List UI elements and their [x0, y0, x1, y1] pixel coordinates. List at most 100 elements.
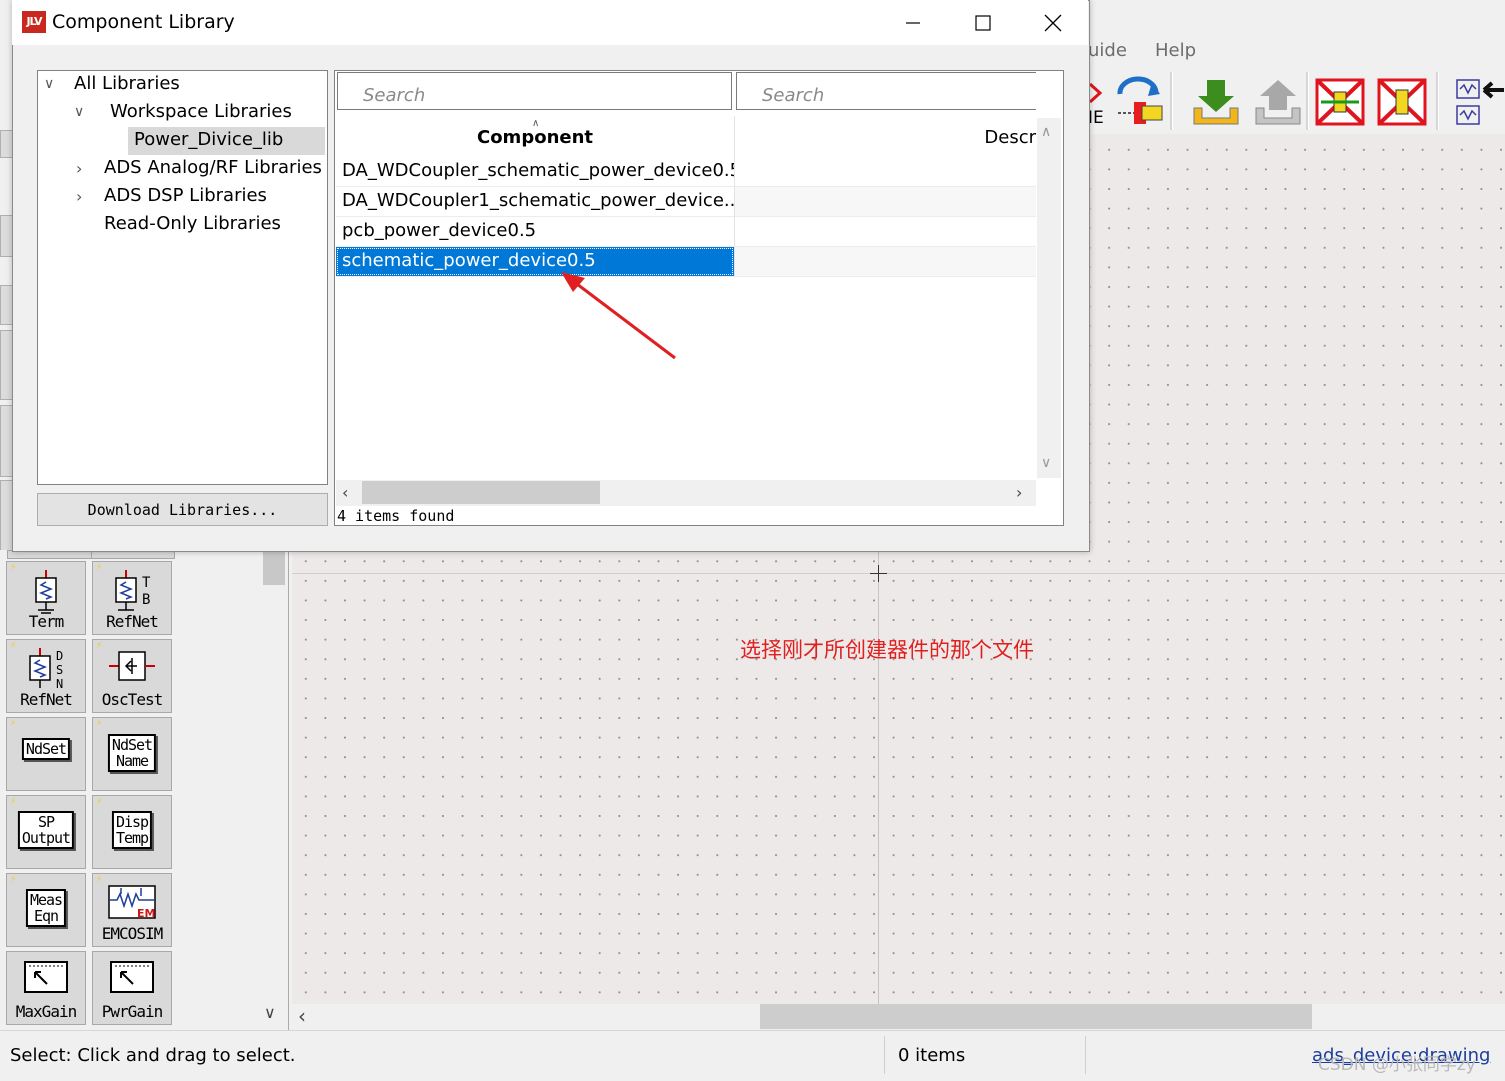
maximize-icon: [975, 14, 991, 31]
chevron-down-icon[interactable]: ∨: [44, 76, 54, 92]
maxgain-icon: [24, 961, 68, 993]
maximize-button[interactable]: [948, 0, 1018, 45]
ndset-name-icon: NdSet Name: [107, 734, 157, 772]
palette-item-disp-temp[interactable]: ⚡ Disp Temp: [92, 795, 172, 869]
component-name-cell: pcb_power_device0.5: [342, 220, 537, 241]
palette-item-ndset-name[interactable]: ⚡ NdSet Name: [92, 717, 172, 791]
palette-item-refnet-tb[interactable]: ⚡ T B RefNet: [92, 561, 172, 635]
disp-temp-icon: Disp Temp: [111, 811, 153, 849]
status-separator: [1085, 1036, 1086, 1074]
icon-text: Name: [115, 752, 149, 770]
tree-item-all-libraries[interactable]: All Libraries: [74, 73, 180, 94]
palette-item-emcosim[interactable]: ⚡ EM EMCOSIM: [92, 873, 172, 947]
wire-insert-icon[interactable]: [1454, 76, 1505, 128]
close-button[interactable]: [1018, 0, 1088, 45]
table-row[interactable]: pcb_power_device0.5: [336, 217, 1036, 247]
canvas-scrollbar-thumb[interactable]: [760, 1004, 1312, 1029]
table-row-selected[interactable]: schematic_power_device0.5: [336, 247, 1036, 277]
svg-text:N: N: [56, 677, 63, 691]
scroll-right-icon[interactable]: ›: [1016, 483, 1022, 502]
palette-scrollbar[interactable]: [262, 550, 286, 1028]
palette-item-refnet-dsn[interactable]: ⚡ D S N RefNet: [6, 639, 86, 713]
deactivate-icon[interactable]: [1377, 78, 1427, 126]
tree-item-power-divice-lib[interactable]: Power_Divice_lib: [134, 129, 283, 150]
chevron-right-icon[interactable]: ›: [76, 159, 82, 178]
palette-item-label: EMCOSIM: [101, 924, 163, 943]
palette-item-maxgain[interactable]: MaxGain: [6, 951, 86, 1025]
term-icon: [35, 570, 57, 614]
palette-item-meas-eqn[interactable]: ⚡ Meas Eqn: [6, 873, 86, 947]
palette-item-sp-output[interactable]: ⚡ SP Output: [6, 795, 86, 869]
annotation-arrow-icon: [561, 272, 676, 360]
palette-item-term[interactable]: ⚡ Term: [6, 561, 86, 635]
description-cell: [734, 187, 1036, 216]
list-scrollbar-thumb[interactable]: [362, 481, 600, 504]
component-name-cell: DA_WDCoupler1_schematic_power_device...: [342, 190, 742, 211]
column-divider[interactable]: [734, 116, 735, 276]
list-vertical-scrollbar[interactable]: [1037, 118, 1061, 478]
description-cell: [734, 157, 1036, 186]
svg-text:S: S: [56, 663, 63, 677]
scroll-up-icon[interactable]: ∧: [1041, 124, 1051, 140]
minimize-button[interactable]: [878, 0, 948, 45]
palette-item-label: PwrGain: [101, 1002, 163, 1021]
refnet-tb-icon: T B: [115, 570, 151, 611]
menu-item-help[interactable]: Help: [1155, 40, 1196, 61]
table-row[interactable]: DA_WDCoupler1_schematic_power_device...: [336, 187, 1036, 217]
palette-item-label: OscTest: [101, 690, 163, 709]
svg-text:EM: EM: [137, 907, 155, 920]
component-search-input[interactable]: [337, 72, 732, 110]
chevron-right-icon[interactable]: ›: [76, 187, 82, 206]
items-found-label: 4 items found: [337, 507, 455, 525]
status-item-count: 0 items: [898, 1045, 966, 1066]
scroll-left-icon[interactable]: ‹: [298, 1004, 306, 1028]
sp-output-icon: SP Output: [17, 811, 75, 849]
lightning-icon: ⚡: [10, 563, 17, 573]
palette-item-osctest[interactable]: ⚡ OscTest: [92, 639, 172, 713]
status-message: Select: Click and drag to select.: [10, 1045, 296, 1066]
update-component-icon[interactable]: [1112, 76, 1164, 126]
dialog-title: Component Library: [52, 11, 235, 33]
description-cell: [734, 247, 1036, 276]
refnet-dsn-icon: D S N: [29, 648, 63, 691]
palette-item-label: RefNet: [106, 612, 159, 631]
palette-item-pwrgain[interactable]: PwrGain: [92, 951, 172, 1025]
meas-eqn-icon: Meas Eqn: [25, 889, 67, 927]
tree-item-read-only[interactable]: Read-Only Libraries: [104, 213, 281, 234]
annotation-text: 选择刚才所创建器件的那个文件: [740, 638, 1034, 662]
toolbar-separator: [1436, 72, 1439, 130]
column-header-component[interactable]: Component: [336, 118, 734, 156]
chevron-down-icon[interactable]: ∨: [74, 104, 84, 120]
tree-item-ads-dsp[interactable]: ADS DSP Libraries: [104, 185, 267, 206]
column-header-description[interactable]: Descr: [736, 118, 1036, 156]
lightning-icon: ⚡: [10, 797, 17, 807]
lightning-icon: ⚡: [10, 875, 17, 885]
tree-item-ads-analog-rf[interactable]: ADS Analog/RF Libraries: [104, 157, 322, 178]
ads-app-icon: JLV: [22, 11, 46, 33]
palette-item-ndset[interactable]: ⚡ NdSet: [6, 717, 86, 791]
push-down-icon[interactable]: [1190, 78, 1242, 128]
partial-red-arrow-icon[interactable]: [1088, 80, 1104, 106]
lightning-icon: ⚡: [10, 719, 17, 729]
tree-item-workspace-libraries[interactable]: Workspace Libraries: [110, 101, 292, 122]
scroll-down-icon[interactable]: ∨: [1041, 455, 1051, 471]
svg-text:B: B: [142, 592, 150, 608]
emcosim-icon: EM: [108, 885, 156, 920]
icon-text: Temp: [115, 829, 149, 847]
scroll-down-icon[interactable]: ∨: [264, 1003, 276, 1022]
lightning-icon: ⚡: [96, 875, 103, 885]
component-name-cell: DA_WDCoupler_schematic_power_device0.5: [342, 160, 742, 181]
minimize-icon: [906, 21, 920, 24]
description-search-input[interactable]: [736, 72, 1036, 110]
palette-scrollbar-thumb[interactable]: [263, 552, 285, 585]
table-row[interactable]: DA_WDCoupler_schematic_power_device0.5: [336, 157, 1036, 187]
pop-up-icon[interactable]: [1252, 78, 1304, 128]
svg-text:T: T: [142, 575, 151, 591]
toolbar-separator: [1306, 72, 1309, 130]
download-libraries-button[interactable]: Download Libraries...: [37, 493, 328, 526]
scroll-left-icon[interactable]: ‹: [342, 483, 348, 502]
deactivate-short-icon[interactable]: [1315, 78, 1365, 126]
menu-item-guide[interactable]: uide: [1088, 40, 1127, 61]
lightning-icon: ⚡: [96, 719, 103, 729]
canvas-origin-horizontal-line: [292, 573, 1505, 574]
